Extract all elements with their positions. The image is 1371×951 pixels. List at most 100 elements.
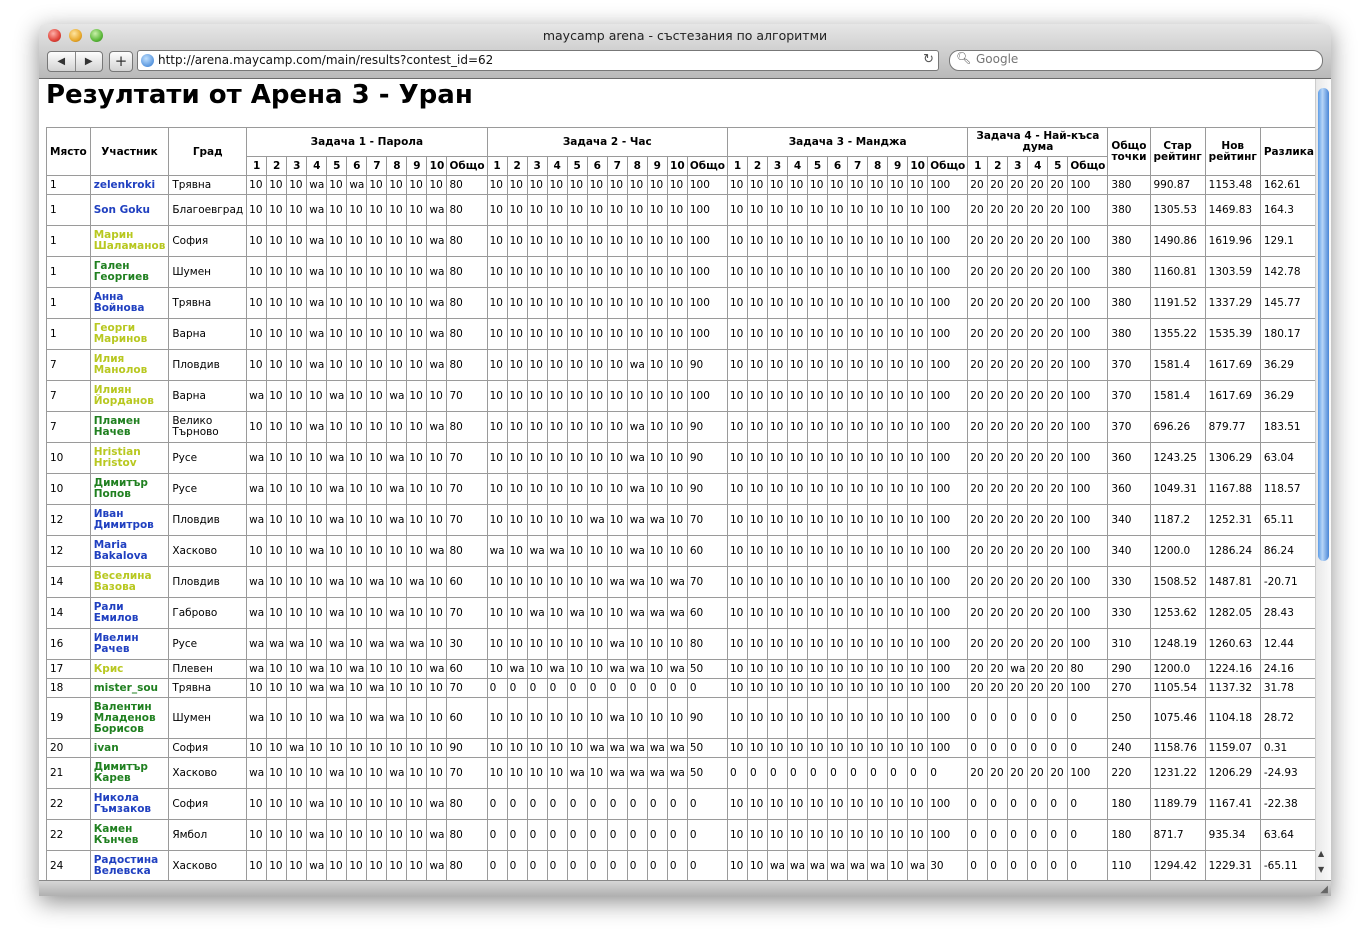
score-cell: 10 — [746, 287, 768, 319]
participant-link[interactable]: Никола Гъмзаков — [89, 788, 170, 820]
address-bar[interactable]: http://arena.maycamp.com/main/results?co… — [137, 50, 939, 71]
score-cell: 10 — [827, 738, 849, 758]
participant-link[interactable]: Ивелин Рачев — [89, 628, 170, 660]
score-cell: 10 — [646, 535, 668, 567]
participant-link[interactable]: Илия Манолов — [89, 349, 170, 381]
score-cell: 10 — [746, 504, 768, 536]
place-cell: 24 — [46, 850, 91, 881]
participant-link[interactable]: Анна Войнова — [89, 287, 170, 319]
score-cell: wa — [646, 504, 668, 536]
score-cell: 0 — [1067, 788, 1109, 820]
reload-icon[interactable]: ↻ — [923, 52, 934, 67]
vertical-scrollbar[interactable]: ▲ ▼ — [1315, 79, 1331, 881]
score-cell: 10 — [666, 349, 688, 381]
score-cell: 0 — [1007, 819, 1029, 851]
participant-link[interactable]: Пламен Начев — [89, 411, 170, 443]
participant-link[interactable]: zelenkroki — [89, 175, 170, 195]
task-4-col-header: 3 — [1007, 156, 1029, 176]
participant-link[interactable]: Son Goku — [89, 194, 170, 226]
score-cell: 0 — [666, 850, 688, 881]
score-cell: 10 — [726, 628, 748, 660]
scroll-down-icon[interactable]: ▼ — [1318, 865, 1324, 874]
score-cell: 90 — [686, 442, 728, 474]
score-cell: 100 — [927, 697, 969, 739]
score-cell: 10 — [867, 318, 889, 350]
score-cell: 10 — [807, 678, 829, 698]
score-cell: 0 — [646, 788, 668, 820]
participant-link[interactable]: Maria Bakalova — [89, 535, 170, 567]
score-cell: 20 — [967, 678, 989, 698]
participant-link[interactable]: Радостина Велевска — [89, 850, 170, 881]
scroll-up-icon[interactable]: ▲ — [1318, 849, 1324, 858]
score-cell: 10 — [426, 473, 448, 505]
forward-arrow-icon[interactable]: ▶ — [76, 52, 103, 71]
total-points-cell: 380 — [1107, 175, 1151, 195]
back-arrow-icon[interactable]: ◀ — [48, 52, 76, 71]
participant-link[interactable]: Крис — [89, 659, 170, 679]
score-cell: 10 — [907, 194, 929, 226]
city-cell: Хасково — [168, 850, 248, 881]
participant-link[interactable]: Георги Маринов — [89, 318, 170, 350]
score-cell: 10 — [726, 788, 748, 820]
score-cell: 10 — [366, 380, 388, 412]
participant-link[interactable]: Димитър Попов — [89, 473, 170, 505]
score-cell: 10 — [726, 256, 748, 288]
score-cell: 70 — [446, 442, 488, 474]
score-cell: 10 — [766, 194, 789, 226]
task-4-col-header: 1 — [967, 156, 989, 176]
score-cell: 10 — [286, 194, 308, 226]
new-rating-cell: 1469.83 — [1204, 194, 1261, 226]
total-points-cell: 180 — [1107, 788, 1151, 820]
participant-link[interactable]: Гален Георгиев — [89, 256, 170, 288]
participant-link[interactable]: Рали Емилов — [89, 597, 170, 629]
score-cell: 10 — [486, 504, 508, 536]
score-cell: 10 — [827, 697, 849, 739]
score-cell: 20 — [1027, 349, 1049, 381]
url-text[interactable]: http://arena.maycamp.com/main/results?co… — [158, 53, 493, 67]
participant-link[interactable]: Веселина Вазова — [89, 566, 170, 598]
score-cell: 0 — [586, 678, 608, 698]
score-cell: 10 — [366, 535, 388, 567]
search-bar[interactable]: 🔍︎ — [949, 50, 1323, 71]
participant-link[interactable]: mister_sou — [89, 678, 170, 698]
total-points-cell: 330 — [1107, 566, 1151, 598]
score-cell: 60 — [686, 535, 728, 567]
score-cell: 10 — [546, 175, 568, 195]
score-cell: 10 — [386, 318, 408, 350]
score-cell: 10 — [786, 349, 809, 381]
score-cell: 20 — [967, 411, 989, 443]
participant-link[interactable]: Марин Шаламанов — [89, 225, 170, 257]
score-cell: 50 — [686, 738, 728, 758]
score-cell: 0 — [606, 850, 628, 881]
participant-link[interactable]: Камен Кънчев — [89, 819, 170, 851]
score-cell: 10 — [646, 380, 668, 412]
score-cell: 10 — [646, 442, 668, 474]
score-cell: 10 — [286, 318, 308, 350]
new-rating-cell: 1167.88 — [1204, 473, 1261, 505]
score-cell: 10 — [646, 566, 668, 598]
score-cell: 10 — [867, 819, 889, 851]
score-cell: 10 — [426, 697, 448, 739]
page-title: Резултати от Арена 3 - Уран — [46, 80, 473, 110]
score-cell: 10 — [546, 504, 568, 536]
score-cell: 20 — [1007, 194, 1029, 226]
score-cell: 20 — [1007, 473, 1029, 505]
participant-link[interactable]: Hristian Hristov — [89, 442, 170, 474]
score-cell: 10 — [726, 194, 748, 226]
participant-link[interactable]: Иван Димитров — [89, 504, 170, 536]
score-cell: 10 — [626, 697, 648, 739]
add-bookmark-button[interactable]: + — [109, 51, 133, 72]
resize-grip-icon[interactable]: ◢ — [1320, 884, 1328, 895]
search-input[interactable] — [976, 52, 1296, 66]
scrollbar-thumb[interactable] — [1318, 88, 1329, 561]
participant-link[interactable]: ivan — [89, 738, 170, 758]
participant-link[interactable]: Илиян Йорданов — [89, 380, 170, 412]
new-rating-cell: 1282.05 — [1204, 597, 1261, 629]
score-cell: wa — [326, 697, 348, 739]
score-cell: 0 — [586, 788, 608, 820]
score-cell: 10 — [366, 788, 388, 820]
score-cell: 70 — [446, 597, 488, 629]
participant-link[interactable]: Валентин Младенов Борисов — [89, 697, 170, 739]
score-cell: 10 — [646, 318, 668, 350]
participant-link[interactable]: Димитър Карев — [89, 757, 170, 789]
